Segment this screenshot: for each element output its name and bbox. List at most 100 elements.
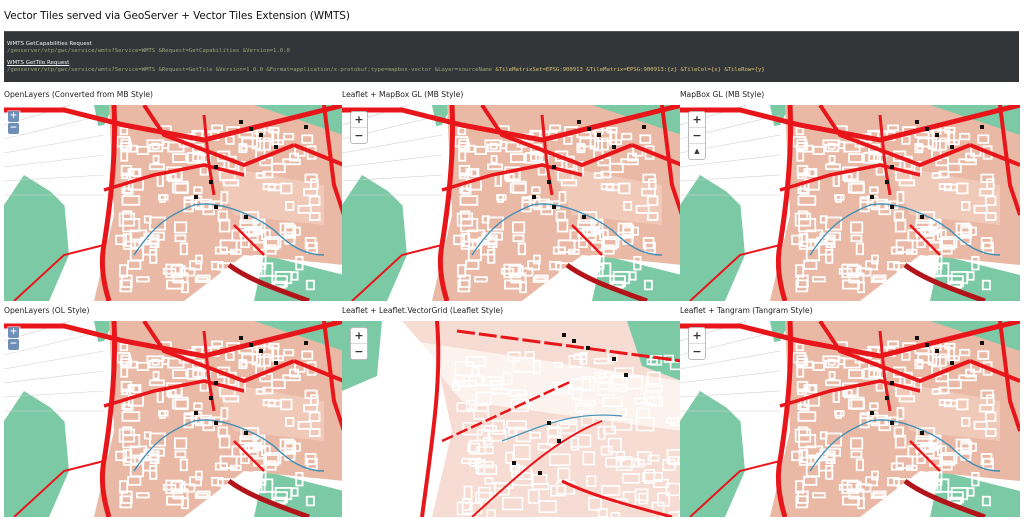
map-svg — [680, 105, 1020, 301]
building — [547, 180, 551, 184]
building — [950, 361, 954, 365]
building — [572, 339, 576, 343]
building — [239, 120, 243, 124]
map-svg — [4, 321, 344, 517]
map-canvas[interactable] — [4, 105, 344, 301]
building — [597, 133, 601, 137]
map-panel-mapbox-gl: MapBox GL (MB Style) + − ▲ — [680, 90, 1022, 303]
building — [552, 165, 556, 169]
building — [870, 195, 874, 199]
building — [249, 343, 253, 347]
capabilities-request-label: WMTS GetCapabilities Request — [7, 41, 92, 47]
building — [885, 396, 889, 400]
request-code-block: WMTS GetCapabilities Request /geoserver/… — [4, 31, 1019, 82]
zoom-in-button[interactable]: + — [351, 328, 367, 343]
building — [925, 343, 929, 347]
panel-title: Leaflet + Tangram (Tangram Style) — [680, 306, 813, 315]
zoom-control: + − — [688, 327, 706, 360]
building — [950, 145, 954, 149]
tile-request-label: WMTS GetTile Request — [7, 59, 70, 66]
map-canvas[interactable] — [4, 321, 344, 517]
building — [612, 145, 616, 149]
building — [582, 215, 586, 219]
building — [532, 195, 536, 199]
building — [612, 357, 616, 361]
building — [642, 125, 646, 129]
building — [547, 421, 551, 425]
building — [244, 431, 248, 435]
zoom-in-button[interactable]: + — [8, 327, 19, 338]
building — [244, 215, 248, 219]
building — [512, 461, 516, 465]
building — [557, 439, 561, 443]
map-panel-openlayers-mb: OpenLayers (Converted from MB Style) + − — [4, 90, 346, 303]
building — [562, 333, 566, 337]
page-title: Vector Tiles served via GeoServer + Vect… — [4, 10, 350, 22]
building — [259, 133, 263, 137]
zoom-control: + − ▲ — [688, 111, 706, 160]
building — [249, 127, 253, 131]
map-canvas[interactable] — [342, 321, 682, 517]
building — [890, 205, 894, 209]
map-canvas[interactable] — [680, 105, 1020, 301]
building — [214, 165, 218, 169]
building — [935, 349, 939, 353]
zoom-out-button[interactable]: − — [8, 339, 19, 350]
building — [890, 165, 894, 169]
building — [980, 125, 984, 129]
building — [194, 195, 198, 199]
panel-title: Leaflet + MapBox GL (MB Style) — [342, 90, 464, 99]
zoom-out-button[interactable]: − — [689, 127, 705, 143]
zoom-control: + − — [350, 327, 368, 360]
map-panel-leaflet-mapbox-gl: Leaflet + MapBox GL (MB Style) + − — [342, 90, 684, 303]
zoom-out-button[interactable]: − — [351, 127, 367, 143]
zoom-in-button[interactable]: + — [689, 328, 705, 343]
building — [538, 471, 542, 475]
building — [274, 361, 278, 365]
building — [920, 431, 924, 435]
building — [890, 381, 894, 385]
building — [925, 127, 929, 131]
building — [624, 373, 628, 377]
building — [915, 120, 919, 124]
building — [209, 396, 213, 400]
map-canvas[interactable] — [342, 105, 682, 301]
building — [304, 341, 308, 345]
panel-title: OpenLayers (Converted from MB Style) — [4, 90, 154, 99]
capabilities-request-url[interactable]: /geoserver/vtp/gwc/service/wmts?Service=… — [7, 48, 1019, 55]
building — [274, 145, 278, 149]
map-panel-openlayers-ol: OpenLayers (OL Style) + − — [4, 306, 346, 519]
building — [259, 349, 263, 353]
tile-request-url-part1: /geoserver/vtp/gwc/service/wmts?Service=… — [7, 67, 496, 74]
map-panel-leaflet-vectorgrid: Leaflet + Leaflet.VectorGrid (Leaflet St… — [342, 306, 684, 519]
building — [214, 381, 218, 385]
panel-title: OpenLayers (OL Style) — [4, 306, 90, 315]
zoom-in-button[interactable]: + — [689, 112, 705, 127]
building — [239, 336, 243, 340]
zoom-control: + − — [350, 111, 368, 144]
building — [920, 215, 924, 219]
map-svg — [4, 105, 344, 301]
map-svg — [342, 321, 682, 517]
building — [214, 205, 218, 209]
building — [577, 120, 581, 124]
building — [980, 341, 984, 345]
zoom-out-button[interactable]: − — [8, 123, 19, 134]
building — [194, 411, 198, 415]
zoom-out-button[interactable]: − — [351, 343, 367, 359]
building — [304, 125, 308, 129]
map-panel-leaflet-tangram: Leaflet + Tangram (Tangram Style) + − — [680, 306, 1022, 519]
map-svg — [342, 105, 682, 301]
zoom-in-button[interactable]: + — [351, 112, 367, 127]
zoom-in-button[interactable]: + — [8, 111, 19, 122]
building — [915, 336, 919, 340]
zoom-out-button[interactable]: − — [689, 343, 705, 359]
panel-title: MapBox GL (MB Style) — [680, 90, 765, 99]
tile-request-url[interactable]: /geoserver/vtp/gwc/service/wmts?Service=… — [7, 67, 1019, 74]
tile-request-url-part2: &TileMatrixSet=EPSG:900913 &TileMatrix=E… — [495, 67, 765, 74]
compass-icon[interactable]: ▲ — [689, 143, 705, 159]
panel-title: Leaflet + Leaflet.VectorGrid (Leaflet St… — [342, 306, 504, 315]
map-canvas[interactable] — [680, 321, 1020, 517]
building — [587, 127, 591, 131]
building — [552, 205, 556, 209]
